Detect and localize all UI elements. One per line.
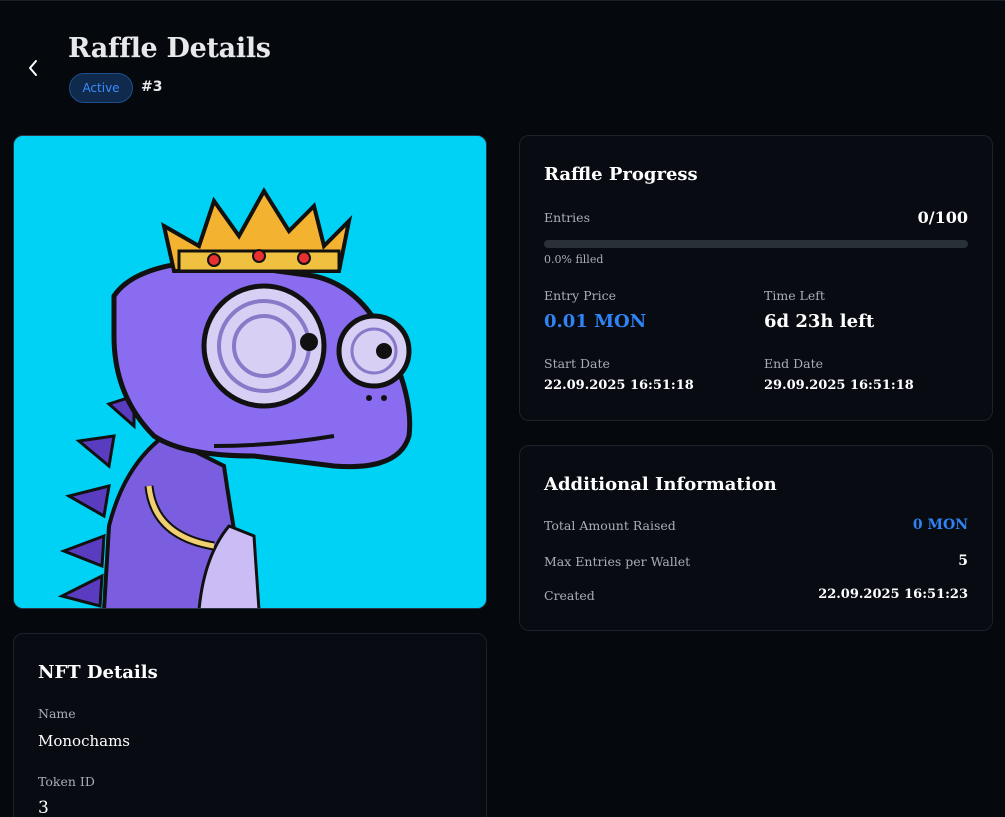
nft-name-label: Name — [38, 706, 76, 721]
back-button[interactable] — [20, 54, 46, 82]
page-title: Raffle Details — [68, 33, 271, 64]
entries-label: Entries — [544, 210, 590, 225]
token-id-label: Token ID — [38, 774, 95, 789]
time-left-label: Time Left — [764, 288, 825, 303]
start-date-label: Start Date — [544, 356, 610, 371]
entry-price-value: 0.01 MON — [544, 311, 647, 332]
top-divider — [0, 0, 1005, 1]
created-value: 22.09.2025 16:51:23 — [818, 587, 968, 602]
progress-title: Raffle Progress — [544, 164, 698, 185]
start-date-value: 22.09.2025 16:51:18 — [544, 378, 694, 393]
end-date-label: End Date — [764, 356, 824, 371]
created-label: Created — [544, 588, 595, 603]
chameleon-artwork — [14, 136, 486, 608]
additional-info-card: Additional Information Total Amount Rais… — [519, 445, 993, 631]
raffle-progress-card: Raffle Progress Entries 0/100 0.0% fille… — [519, 135, 993, 421]
token-id-value: 3 — [38, 798, 49, 817]
max-entries-label: Max Entries per Wallet — [544, 554, 691, 569]
nft-image[interactable] — [13, 135, 487, 609]
filled-percent: 0.0% filled — [544, 253, 604, 266]
end-date-value: 29.09.2025 16:51:18 — [764, 378, 914, 393]
total-raised-value: 0 MON — [912, 517, 968, 533]
nft-name-value: Monochams — [38, 732, 131, 750]
additional-title: Additional Information — [544, 474, 777, 495]
nft-details-card: NFT Details Name Monochams Token ID 3 — [13, 633, 487, 817]
total-raised-label: Total Amount Raised — [544, 518, 676, 533]
nft-details-title: NFT Details — [38, 662, 158, 683]
chevron-left-icon — [29, 60, 37, 76]
status-badge: Active — [69, 73, 133, 103]
entries-progress-bar — [544, 240, 968, 248]
raffle-number: #3 — [141, 79, 163, 95]
time-left-value: 6d 23h left — [764, 311, 875, 332]
entry-price-label: Entry Price — [544, 288, 616, 303]
entries-value: 0/100 — [917, 208, 968, 227]
max-entries-value: 5 — [958, 553, 968, 569]
